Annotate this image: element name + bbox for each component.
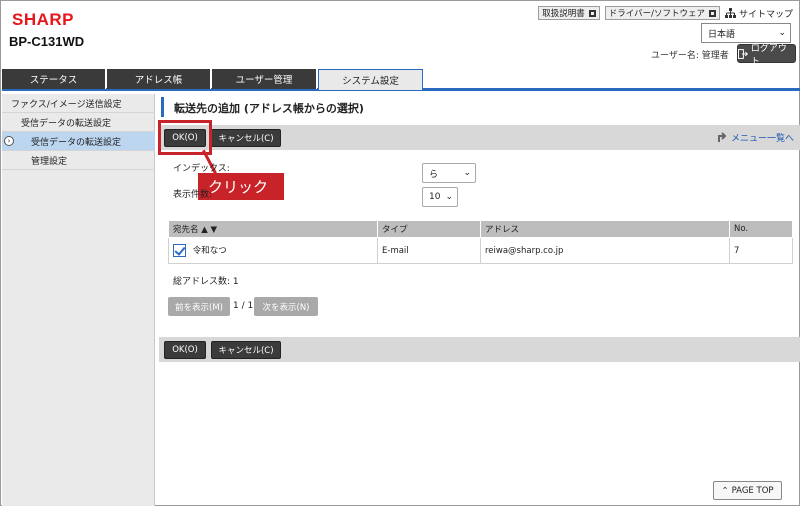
manual-link-label: 取扱説明書 bbox=[542, 9, 585, 19]
sidebar-item-label: ファクス/イメージ送信設定 bbox=[11, 99, 122, 110]
column-header-address: アドレス bbox=[480, 220, 730, 238]
return-icon bbox=[717, 132, 727, 142]
sitemap-label: サイトマップ bbox=[738, 9, 793, 20]
sidebar-item-received-forward[interactable]: 受信データの転送設定 bbox=[2, 113, 155, 132]
count-label: 表示件数: bbox=[173, 190, 213, 200]
tab-label: システム設定 bbox=[342, 76, 399, 87]
sidebar-item-label: 管理設定 bbox=[31, 156, 68, 167]
column-header-type: タイプ bbox=[377, 220, 481, 238]
row-checkbox[interactable] bbox=[173, 244, 186, 257]
table-header-row: 宛先名 ▲ ▼ タイプ アドレス No. bbox=[168, 220, 793, 238]
logout-button[interactable]: ログアウト bbox=[737, 44, 796, 67]
index-value: ら bbox=[429, 169, 439, 180]
chevron-right-icon: › bbox=[4, 136, 14, 146]
count-select[interactable]: 10 ⌄ bbox=[422, 187, 458, 207]
column-header-no: No. bbox=[729, 220, 793, 238]
chevron-down-icon: ⌄ bbox=[778, 28, 786, 38]
sidebar-item-received-forward-sub[interactable]: › 受信データの転送設定 bbox=[2, 132, 155, 151]
sharp-logo: SHARP bbox=[12, 10, 75, 29]
ok-button-bottom[interactable]: OK(O) bbox=[164, 341, 206, 359]
top-button-bar: OK(O) キャンセル(C) メニュー一覧へ bbox=[159, 125, 800, 150]
user-name: ユーザー名: 管理者 bbox=[651, 51, 729, 61]
sidebar-item-fax-image-send[interactable]: ファクス/イメージ送信設定 bbox=[2, 94, 155, 113]
row-name: 令和なつ bbox=[192, 246, 227, 256]
sidebar-item-label: 受信データの転送設定 bbox=[21, 118, 112, 129]
tab-address-book[interactable]: アドレス帳 bbox=[107, 69, 211, 89]
sitemap-icon bbox=[724, 8, 736, 18]
language-value: 日本語 bbox=[708, 29, 736, 40]
table-row: 令和なつ E-mail reiwa@sharp.co.jp 7 bbox=[168, 237, 793, 264]
logout-label: ログアウト bbox=[750, 43, 787, 67]
no-cell: 7 bbox=[729, 237, 793, 264]
tab-label: ステータス bbox=[29, 75, 78, 86]
address-table: 宛先名 ▲ ▼ タイプ アドレス No. 令和なつ E-mail reiwa@s… bbox=[168, 220, 793, 264]
index-label: インデックス: bbox=[173, 164, 230, 174]
chevron-up-icon: ⌃ bbox=[721, 485, 729, 496]
sidebar-item-admin-settings[interactable]: 管理設定 bbox=[2, 151, 155, 170]
model-name: BP-C131WD bbox=[9, 34, 85, 49]
cancel-button[interactable]: キャンセル(C) bbox=[211, 129, 281, 147]
page-title-bar: 転送先の追加 (アドレス帳からの選択) bbox=[161, 97, 800, 117]
prev-page-button[interactable]: 前を表示(M) bbox=[168, 297, 230, 316]
next-page-button[interactable]: 次を表示(N) bbox=[254, 297, 318, 316]
total-addresses: 総アドレス数: 1 bbox=[173, 277, 239, 287]
column-header-name[interactable]: 宛先名 ▲ ▼ bbox=[168, 220, 378, 238]
main-tabs: ステータス アドレス帳 ユーザー管理 システム設定 bbox=[2, 69, 800, 91]
menu-list-label: メニュー一覧へ bbox=[730, 134, 794, 144]
bottom-button-bar: OK(O) キャンセル(C) bbox=[159, 337, 800, 362]
sidebar: ファクス/イメージ送信設定 受信データの転送設定 › 受信データの転送設定 管理… bbox=[2, 94, 155, 506]
count-value: 10 bbox=[429, 192, 441, 202]
sidebar-item-label: 受信データの転送設定 bbox=[31, 137, 122, 148]
page-indicator: 1 / 1 bbox=[233, 301, 254, 311]
address-cell: reiwa@sharp.co.jp bbox=[480, 237, 730, 264]
driver-link[interactable]: ドライバー/ソフトウェア bbox=[604, 6, 720, 20]
chevron-down-icon: ⌄ bbox=[445, 192, 453, 202]
tab-label: アドレス帳 bbox=[134, 75, 183, 86]
tab-label: ユーザー管理 bbox=[235, 75, 293, 86]
manual-link[interactable]: 取扱説明書 bbox=[538, 6, 600, 20]
tab-status[interactable]: ステータス bbox=[2, 69, 106, 89]
chevron-down-icon: ⌄ bbox=[463, 168, 471, 178]
index-select[interactable]: ら ⌄ bbox=[422, 163, 476, 183]
external-link-icon bbox=[708, 9, 716, 17]
page-title: 転送先の追加 (アドレス帳からの選択) bbox=[174, 102, 364, 115]
tab-system-settings[interactable]: システム設定 bbox=[318, 69, 423, 90]
tab-user-management[interactable]: ユーザー管理 bbox=[212, 69, 317, 89]
app-window: SHARP BP-C131WD 取扱説明書 ドライバー/ソフトウェア サイトマッ… bbox=[0, 0, 800, 506]
page-top-button[interactable]: ⌃ PAGE TOP bbox=[713, 481, 782, 500]
page-top-label: PAGE TOP bbox=[731, 485, 774, 496]
type-cell: E-mail bbox=[377, 237, 481, 264]
cancel-button-bottom[interactable]: キャンセル(C) bbox=[211, 341, 281, 359]
external-link-icon bbox=[588, 9, 596, 17]
sitemap-link[interactable]: サイトマップ bbox=[724, 7, 793, 20]
driver-link-label: ドライバー/ソフトウェア bbox=[608, 9, 705, 19]
top-links: 取扱説明書 ドライバー/ソフトウェア サイトマップ bbox=[538, 6, 793, 20]
name-cell: 令和なつ bbox=[168, 237, 378, 264]
logout-icon bbox=[738, 48, 748, 59]
menu-list-link[interactable]: メニュー一覧へ bbox=[717, 131, 794, 144]
